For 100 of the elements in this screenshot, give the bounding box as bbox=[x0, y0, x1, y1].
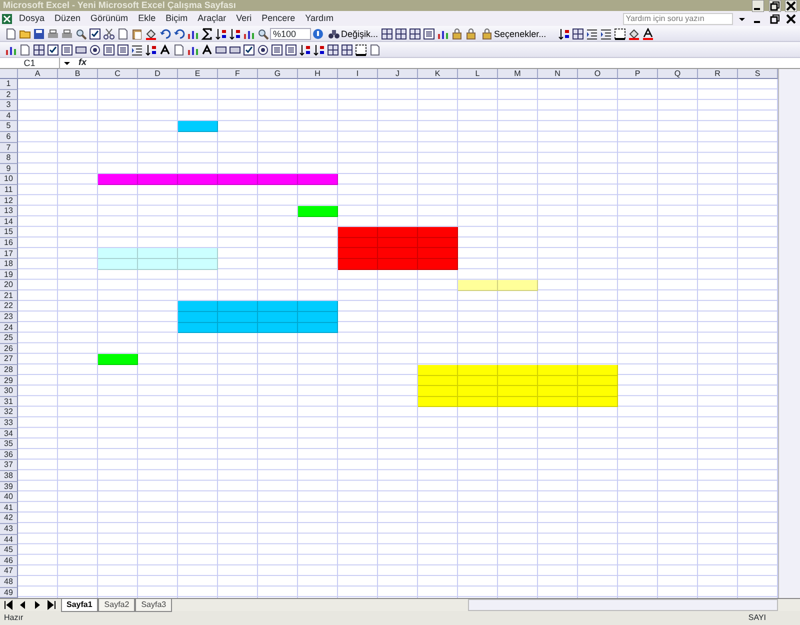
border-icon[interactable] bbox=[614, 28, 626, 40]
column-header[interactable]: F bbox=[218, 69, 258, 79]
horizontal-scrollbar[interactable] bbox=[468, 599, 778, 611]
row-header[interactable]: 9 bbox=[0, 164, 18, 174]
filled-cell[interactable] bbox=[418, 386, 458, 397]
column-header[interactable]: J bbox=[378, 69, 418, 79]
filled-cell[interactable] bbox=[498, 364, 538, 376]
sheet-tab[interactable]: Sayfa3 bbox=[135, 599, 172, 612]
row-header[interactable]: 47 bbox=[0, 566, 18, 577]
menu-item[interactable]: Düzen bbox=[50, 11, 86, 26]
find-button[interactable]: Değişik... bbox=[325, 26, 380, 40]
menu-item[interactable]: Veri bbox=[231, 11, 257, 26]
filled-cell[interactable] bbox=[338, 238, 378, 248]
row-header[interactable]: 2 bbox=[0, 90, 18, 100]
sort-icon[interactable] bbox=[313, 44, 325, 56]
radio-icon[interactable] bbox=[89, 44, 101, 56]
row-header[interactable]: 4 bbox=[0, 110, 18, 122]
filled-cell[interactable] bbox=[178, 248, 218, 260]
filled-cell[interactable] bbox=[378, 259, 418, 270]
menu-item[interactable]: Yardım bbox=[300, 11, 338, 26]
menu-item[interactable]: Dosya bbox=[14, 11, 50, 26]
filled-cell[interactable] bbox=[498, 396, 538, 408]
row-header[interactable]: 30 bbox=[0, 386, 18, 397]
row-header[interactable]: 13 bbox=[0, 206, 18, 217]
indent-icon[interactable] bbox=[600, 28, 612, 40]
filled-cell[interactable] bbox=[178, 121, 218, 132]
filled-cell[interactable] bbox=[98, 354, 138, 365]
filled-cell[interactable] bbox=[298, 174, 338, 185]
column-header[interactable]: E bbox=[178, 69, 218, 79]
row-header[interactable]: 12 bbox=[0, 196, 18, 206]
row-header[interactable]: 21 bbox=[0, 290, 18, 302]
checkbox-icon[interactable] bbox=[243, 44, 255, 56]
filled-cell[interactable] bbox=[418, 227, 458, 238]
row-header[interactable]: 24 bbox=[0, 322, 18, 334]
filled-cell[interactable] bbox=[498, 376, 538, 386]
filled-cell[interactable] bbox=[418, 259, 458, 270]
row-header[interactable]: 44 bbox=[0, 534, 18, 546]
sigma-icon[interactable] bbox=[201, 28, 213, 40]
button-icon[interactable] bbox=[75, 44, 87, 56]
row-header[interactable]: 40 bbox=[0, 492, 18, 503]
filled-cell[interactable] bbox=[458, 386, 498, 397]
clipboard-icon[interactable] bbox=[131, 28, 143, 40]
filled-cell[interactable] bbox=[258, 322, 298, 334]
filled-cell[interactable] bbox=[578, 386, 618, 397]
row-header[interactable]: 8 bbox=[0, 153, 18, 164]
filled-cell[interactable] bbox=[338, 227, 378, 238]
menu-item[interactable]: Araçlar bbox=[192, 11, 232, 26]
label-icon[interactable] bbox=[201, 44, 213, 56]
menu-item[interactable]: Biçim bbox=[160, 11, 193, 26]
label-icon[interactable] bbox=[159, 44, 171, 56]
row-header[interactable]: 49 bbox=[0, 588, 18, 598]
close-icon[interactable] bbox=[784, 12, 797, 24]
filled-cell[interactable] bbox=[138, 174, 178, 185]
filled-cell[interactable] bbox=[538, 364, 578, 376]
tab-scroll-arrow-icon[interactable] bbox=[45, 599, 58, 611]
filled-cell[interactable] bbox=[338, 259, 378, 270]
column-header[interactable]: M bbox=[498, 69, 538, 79]
filled-cell[interactable] bbox=[178, 174, 218, 185]
row-header[interactable]: 37 bbox=[0, 460, 18, 471]
row-header[interactable]: 11 bbox=[0, 184, 18, 196]
row-header[interactable]: 26 bbox=[0, 344, 18, 354]
row-header[interactable]: 45 bbox=[0, 545, 18, 556]
row-header[interactable]: 31 bbox=[0, 396, 18, 408]
filled-cell[interactable] bbox=[458, 376, 498, 386]
magnifier-icon[interactable] bbox=[75, 28, 87, 40]
printer-icon[interactable] bbox=[61, 28, 73, 40]
filled-cell[interactable] bbox=[218, 312, 258, 323]
menu-item[interactable]: Görünüm bbox=[86, 11, 134, 26]
filled-cell[interactable] bbox=[138, 248, 178, 260]
sort-icon[interactable] bbox=[229, 28, 241, 40]
filled-cell[interactable] bbox=[538, 386, 578, 397]
menu-item[interactable]: Ekle bbox=[133, 11, 161, 26]
column-header[interactable]: L bbox=[458, 69, 498, 79]
printer-icon[interactable] bbox=[47, 28, 59, 40]
select-all-corner[interactable] bbox=[0, 69, 18, 79]
row-header[interactable]: 7 bbox=[0, 142, 18, 154]
filled-cell[interactable] bbox=[178, 312, 218, 323]
row-header[interactable]: 15 bbox=[0, 227, 18, 238]
row-header[interactable]: 10 bbox=[0, 174, 18, 185]
help-icon[interactable] bbox=[312, 28, 324, 40]
filled-cell[interactable] bbox=[498, 386, 538, 397]
row-header[interactable]: 42 bbox=[0, 513, 18, 524]
column-header[interactable]: K bbox=[418, 69, 458, 79]
list-icon[interactable] bbox=[285, 44, 297, 56]
list-icon[interactable] bbox=[103, 44, 115, 56]
row-header[interactable]: 25 bbox=[0, 333, 18, 344]
filled-cell[interactable] bbox=[138, 259, 178, 270]
filled-cell[interactable] bbox=[258, 174, 298, 185]
grid-icon[interactable] bbox=[33, 44, 45, 56]
sort-icon[interactable] bbox=[558, 28, 570, 40]
row-header[interactable]: 19 bbox=[0, 270, 18, 280]
filled-cell[interactable] bbox=[458, 280, 498, 291]
filled-cell[interactable] bbox=[98, 174, 138, 185]
row-header[interactable]: 41 bbox=[0, 502, 18, 514]
column-header[interactable]: I bbox=[338, 69, 378, 79]
filled-cell[interactable] bbox=[178, 322, 218, 334]
row-header[interactable]: 35 bbox=[0, 439, 18, 450]
filled-cell[interactable] bbox=[498, 280, 538, 291]
row-header[interactable]: 46 bbox=[0, 556, 18, 566]
list-icon[interactable] bbox=[423, 28, 436, 40]
